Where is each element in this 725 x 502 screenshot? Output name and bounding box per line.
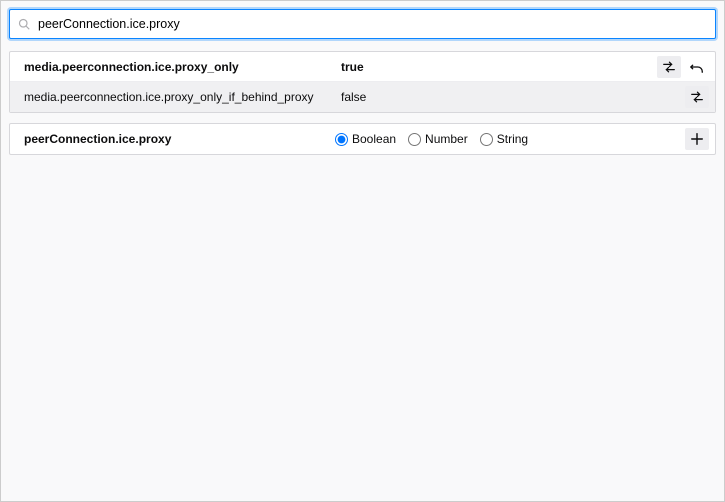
radio-string[interactable] — [480, 133, 493, 146]
search-box[interactable] — [9, 9, 716, 39]
radio-number[interactable] — [408, 133, 421, 146]
search-input[interactable] — [36, 16, 707, 32]
pref-value: true — [335, 60, 657, 74]
toggle-button[interactable] — [685, 86, 709, 108]
pref-row: media.peerconnection.ice.proxy_only true — [10, 52, 715, 82]
radio-label: Boolean — [352, 132, 396, 146]
type-radio-group: Boolean Number String — [335, 132, 685, 146]
undo-icon — [690, 60, 704, 74]
toggle-icon — [662, 60, 676, 74]
add-button[interactable] — [685, 128, 709, 150]
plus-icon — [690, 132, 704, 146]
radio-label: String — [497, 132, 528, 146]
pref-row: media.peerconnection.ice.proxy_only_if_b… — [10, 82, 715, 112]
type-radio-number[interactable]: Number — [408, 132, 468, 146]
type-radio-boolean[interactable]: Boolean — [335, 132, 396, 146]
pref-name: media.peerconnection.ice.proxy_only_if_b… — [10, 90, 335, 104]
radio-label: Number — [425, 132, 468, 146]
pref-value: false — [335, 90, 685, 104]
radio-boolean[interactable] — [335, 133, 348, 146]
type-radio-string[interactable]: String — [480, 132, 528, 146]
toggle-icon — [690, 90, 704, 104]
reset-button[interactable] — [685, 56, 709, 78]
search-icon — [18, 18, 30, 30]
add-pref-row: peerConnection.ice.proxy Boolean Number … — [9, 123, 716, 155]
new-pref-name: peerConnection.ice.proxy — [10, 132, 335, 146]
prefs-table: media.peerconnection.ice.proxy_only true — [9, 51, 716, 113]
toggle-button[interactable] — [657, 56, 681, 78]
about-config-page: media.peerconnection.ice.proxy_only true — [0, 0, 725, 502]
pref-name: media.peerconnection.ice.proxy_only — [10, 60, 335, 74]
